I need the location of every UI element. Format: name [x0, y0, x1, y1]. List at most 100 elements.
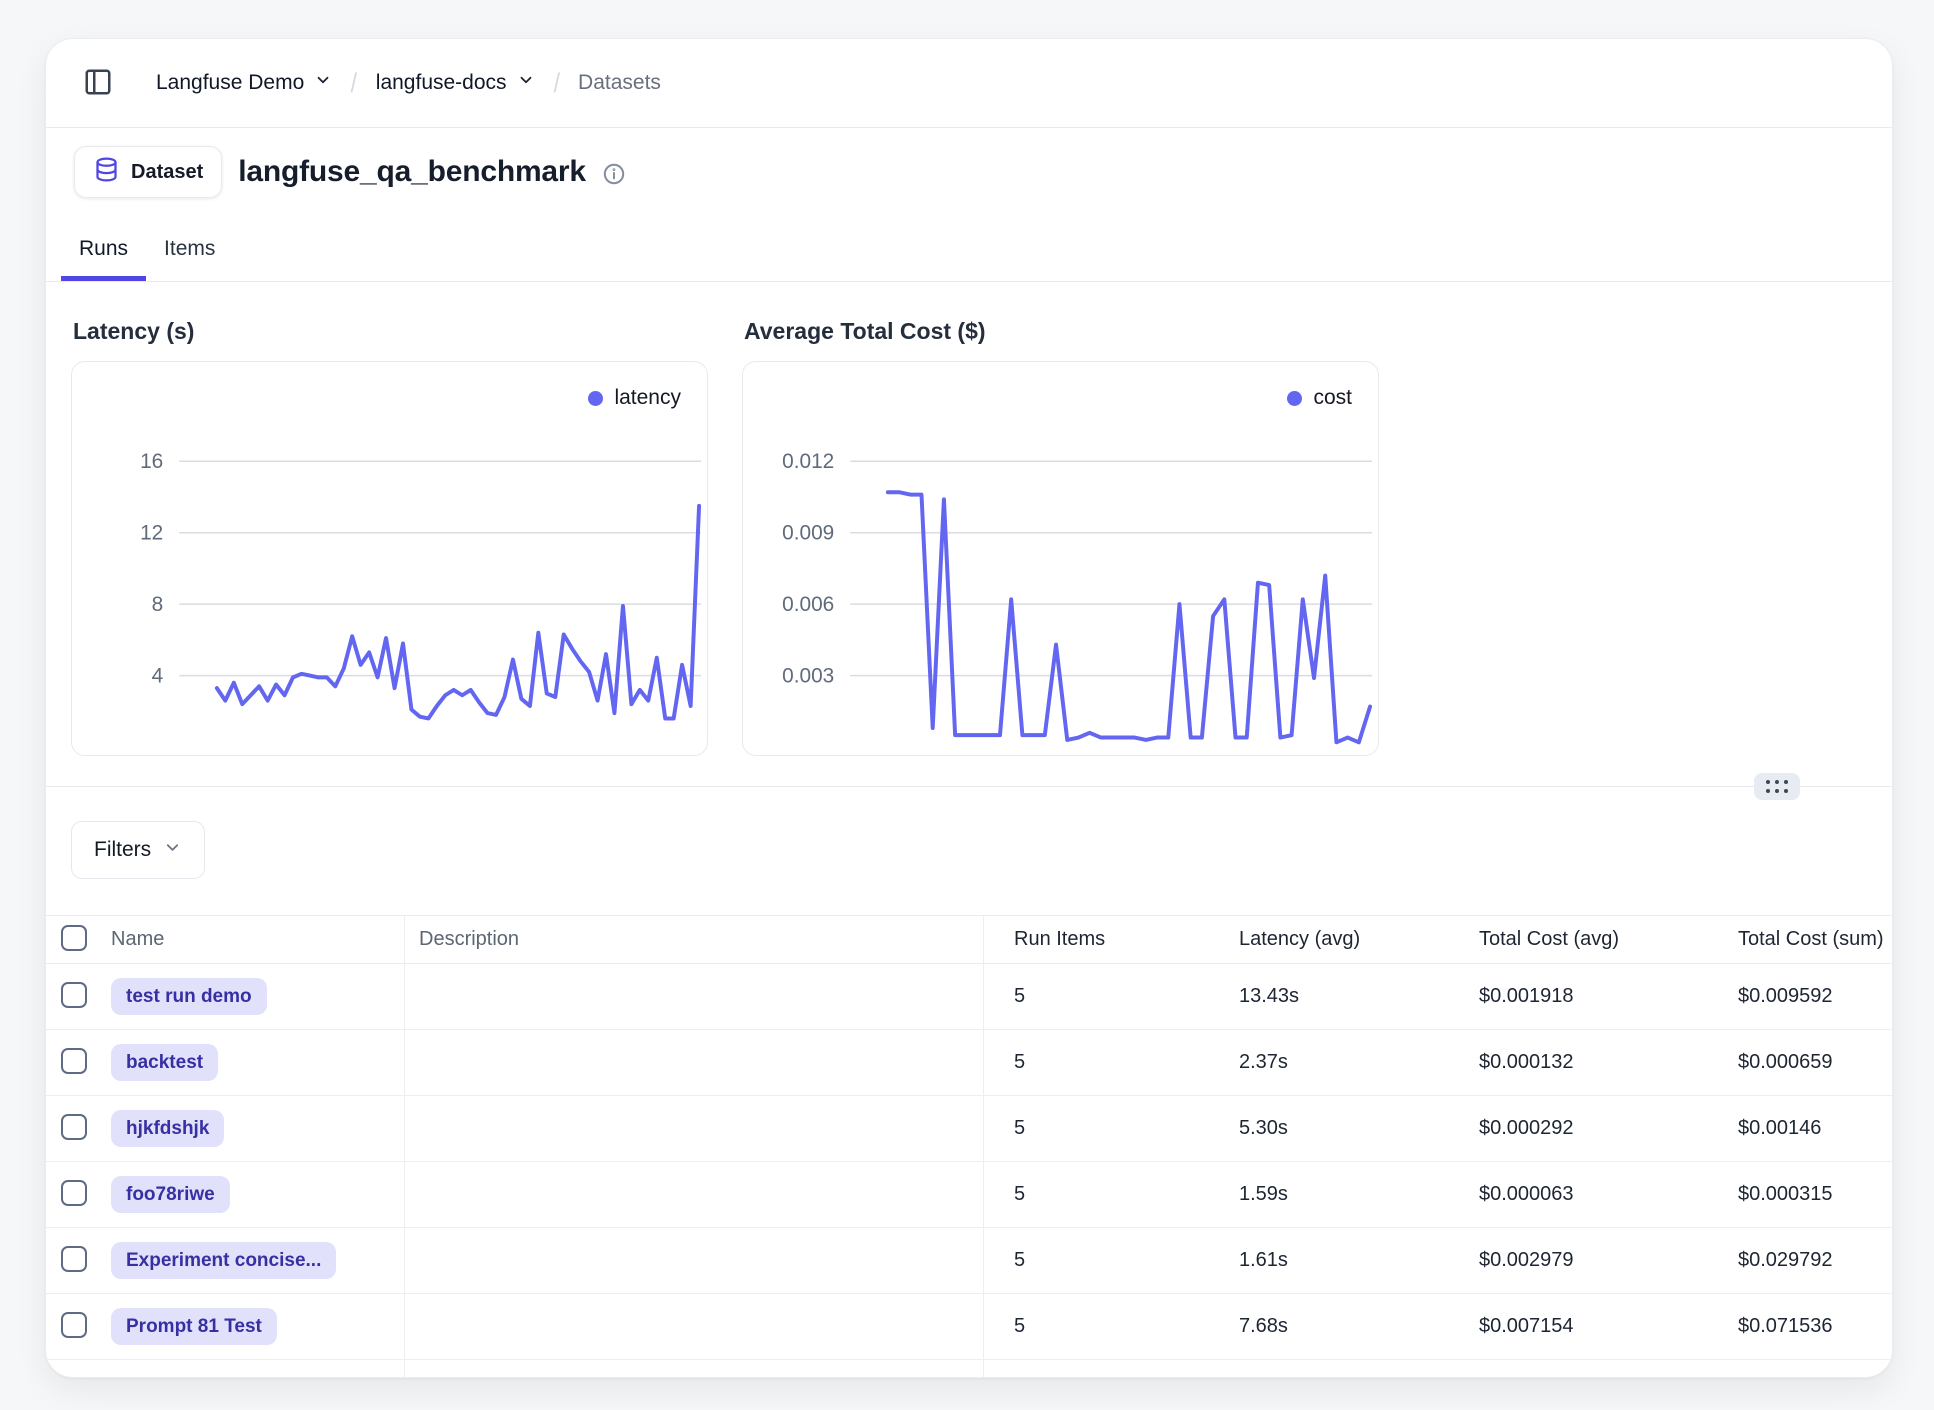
latency-avg-cell: 1.59s [1194, 1183, 1434, 1206]
run-name-badge[interactable]: backtest [111, 1044, 218, 1081]
breadcrumb-org[interactable]: Langfuse Demo [156, 71, 332, 95]
latency-avg-cell: 2.37s [1194, 1051, 1434, 1074]
total-cost-sum-cell: $0.00146 [1693, 1117, 1892, 1140]
table-row: Experiment concise... 5 1.61s $0.002979 … [46, 1228, 1892, 1294]
latency-legend: latency [588, 386, 681, 410]
row-checkbox[interactable] [61, 1312, 87, 1338]
title-bar: Dataset langfuse_qa_benchmark [46, 128, 1892, 216]
total-cost-avg-cell: $0.000292 [1434, 1117, 1693, 1140]
svg-text:16: 16 [140, 450, 163, 473]
svg-text:8: 8 [152, 593, 164, 616]
dataset-type-badge: Dataset [74, 146, 222, 198]
charts-section: Latency (s) 4 8 12 16 latency Average Total… [46, 282, 1892, 756]
column-header-run-items: Run Items [984, 928, 1194, 951]
tab-items-label: Items [164, 237, 215, 261]
filters-button-label: Filters [94, 838, 151, 862]
filters-row: Filters [71, 821, 205, 879]
total-cost-sum-cell: $0.071536 [1693, 1315, 1892, 1338]
row-checkbox[interactable] [61, 1048, 87, 1074]
run-items-cell: 5 [984, 1183, 1194, 1206]
tab-runs[interactable]: Runs [61, 216, 146, 281]
legend-dot-icon [588, 391, 603, 406]
cost-chart: 0.003 0.006 0.009 0.012 cost [742, 361, 1379, 756]
run-items-cell: 5 [984, 1315, 1194, 1338]
run-items-cell: 5 [984, 1249, 1194, 1272]
table-row: Prompt 81 Test 5 7.68s $0.007154 $0.0715… [46, 1294, 1892, 1360]
run-items-cell: 5 [984, 1117, 1194, 1140]
latency-chart-title: Latency (s) [73, 318, 708, 345]
svg-text:0.006: 0.006 [782, 593, 834, 616]
latency-avg-cell: 5.30s [1194, 1117, 1434, 1140]
tab-bar: Runs Items [46, 216, 1892, 282]
cost-chart-panel: Average Total Cost ($) 0.0030.0060.0090.… [742, 282, 1379, 756]
top-bar: Langfuse Demo / langfuse-docs / Datasets [46, 39, 1892, 128]
info-icon[interactable] [602, 162, 626, 186]
column-header-total-cost-avg: Total Cost (avg) [1434, 928, 1693, 951]
svg-text:0.012: 0.012 [782, 450, 834, 473]
latency-chart-panel: Latency (s) 4 8 12 16 latency [71, 282, 708, 756]
total-cost-sum-cell: $0.029792 [1693, 1249, 1892, 1272]
row-checkbox[interactable] [61, 1114, 87, 1140]
total-cost-avg-cell: $0.007154 [1434, 1315, 1693, 1338]
chevron-down-icon [517, 71, 535, 95]
total-cost-avg-cell: $0.000063 [1434, 1183, 1693, 1206]
row-checkbox[interactable] [61, 1246, 87, 1272]
svg-text:4: 4 [152, 665, 164, 688]
svg-text:12: 12 [140, 522, 163, 545]
runs-table: Name Description Run Items Latency (avg)… [46, 915, 1892, 1377]
breadcrumb-datasets-label: Datasets [578, 71, 661, 95]
latency-line-chart: 4 8 12 16 [72, 362, 707, 755]
svg-text:0.009: 0.009 [782, 522, 834, 545]
svg-text:0.003: 0.003 [782, 665, 834, 688]
run-name-badge[interactable]: Prompt 81 Test [111, 1308, 277, 1345]
latency-legend-label: latency [614, 386, 681, 410]
run-name-badge[interactable]: foo78riwe [111, 1176, 230, 1213]
breadcrumb-project[interactable]: langfuse-docs [376, 71, 535, 95]
table-row: hjkfdshjk 5 5.30s $0.000292 $0.00146 [46, 1096, 1892, 1162]
select-all-checkbox[interactable] [61, 925, 87, 951]
description-cell [405, 1162, 984, 1227]
sidebar-toggle-button[interactable] [76, 61, 120, 105]
panel-left-icon [83, 67, 113, 100]
run-items-cell: 5 [984, 985, 1194, 1008]
breadcrumb-org-label: Langfuse Demo [156, 71, 304, 95]
breadcrumb-separator: / [553, 68, 559, 99]
total-cost-sum-cell: $0.000315 [1693, 1183, 1892, 1206]
run-name-badge[interactable]: test run demo [111, 978, 267, 1015]
description-cell [405, 964, 984, 1029]
column-header-latency-avg: Latency (avg) [1194, 928, 1434, 951]
description-cell [405, 1294, 984, 1359]
section-divider [46, 786, 1892, 787]
tab-items[interactable]: Items [146, 216, 233, 281]
dataset-badge-label: Dataset [131, 161, 203, 184]
run-name-badge[interactable]: hjkfdshjk [111, 1110, 224, 1147]
cost-chart-title: Average Total Cost ($) [744, 318, 1379, 345]
page-title: langfuse_qa_benchmark [238, 155, 586, 189]
legend-dot-icon [1287, 391, 1302, 406]
total-cost-avg-cell: $0.000132 [1434, 1051, 1693, 1074]
table-row: backtest 5 2.37s $0.000132 $0.000659 [46, 1030, 1892, 1096]
breadcrumb-project-label: langfuse-docs [376, 71, 507, 95]
cost-legend-label: cost [1313, 386, 1352, 410]
description-cell [405, 1228, 984, 1293]
latency-avg-cell: 1.61s [1194, 1249, 1434, 1272]
chevron-down-icon [314, 71, 332, 95]
row-checkbox[interactable] [61, 982, 87, 1008]
total-cost-avg-cell: $0.002979 [1434, 1249, 1693, 1272]
breadcrumb-datasets[interactable]: Datasets [578, 71, 661, 95]
resize-handle[interactable] [1754, 773, 1800, 800]
filters-button[interactable]: Filters [71, 821, 205, 879]
table-row: foo78riwe 5 1.59s $0.000063 $0.000315 [46, 1162, 1892, 1228]
cost-line-chart: 0.003 0.006 0.009 0.012 [743, 362, 1378, 755]
breadcrumb: Langfuse Demo / langfuse-docs / Datasets [156, 68, 661, 99]
run-name-badge[interactable]: Experiment concise... [111, 1242, 336, 1279]
row-checkbox[interactable] [61, 1180, 87, 1206]
column-header-description: Description [405, 916, 984, 963]
latency-chart: 4 8 12 16 latency [71, 361, 708, 756]
latency-avg-cell: 7.68s [1194, 1315, 1434, 1338]
total-cost-sum-cell: $0.000659 [1693, 1051, 1892, 1074]
main-panel: Langfuse Demo / langfuse-docs / Datasets [45, 38, 1893, 1378]
database-icon [93, 156, 120, 188]
total-cost-avg-cell: $0.001918 [1434, 985, 1693, 1008]
total-cost-sum-cell: $0.009592 [1693, 985, 1892, 1008]
